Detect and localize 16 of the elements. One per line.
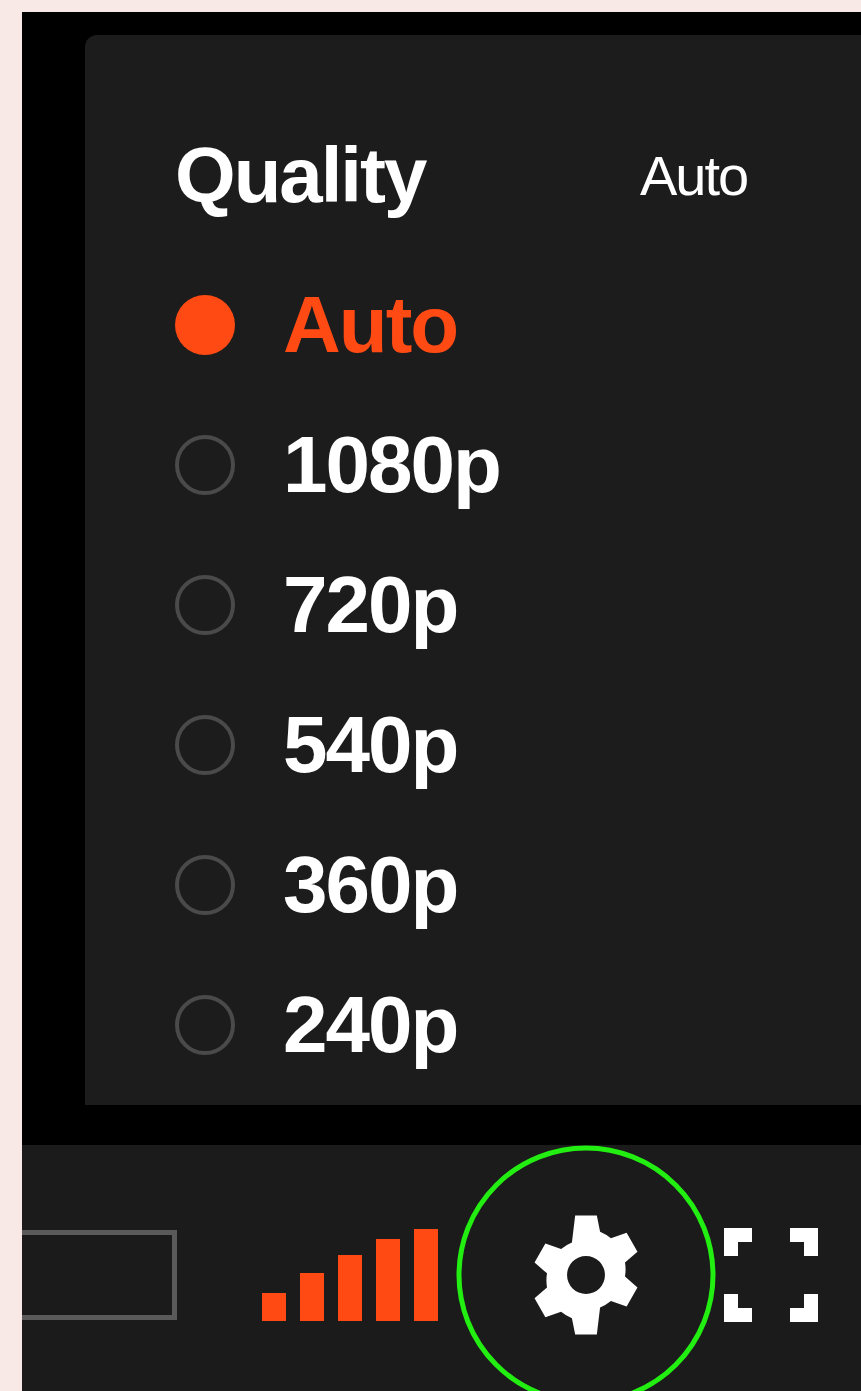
- quality-option[interactable]: 720p: [283, 559, 458, 651]
- quality-option[interactable]: 1080p: [283, 419, 500, 511]
- quality-option[interactable]: Auto: [283, 279, 458, 371]
- signal-bars-icon: [262, 1229, 438, 1321]
- menu-title: Quality: [175, 129, 428, 221]
- current-quality: Auto: [640, 142, 748, 208]
- quality-option[interactable]: 540p: [283, 699, 458, 791]
- radio-button[interactable]: [175, 295, 235, 355]
- quality-option[interactable]: 360p: [283, 839, 458, 931]
- quality-option[interactable]: 240p: [283, 979, 458, 1071]
- radio-button[interactable]: [175, 575, 235, 635]
- radio-button[interactable]: [175, 715, 235, 775]
- radio-button[interactable]: [175, 855, 235, 915]
- radio-button[interactable]: [175, 435, 235, 495]
- radio-button[interactable]: [175, 995, 235, 1055]
- fullscreen-icon[interactable]: [724, 1228, 818, 1322]
